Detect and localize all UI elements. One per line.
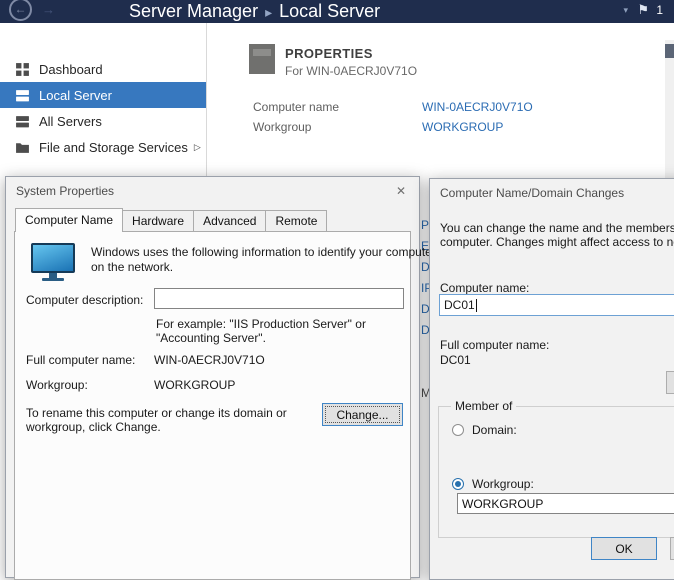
domain-radio[interactable] bbox=[452, 424, 464, 436]
prop-value-workgroup[interactable]: WORKGROUP bbox=[422, 120, 503, 134]
properties-subheading: For WIN-0AECRJ0V71O bbox=[285, 64, 417, 78]
member-of-groupbox: Member of Domain: Workgroup: bbox=[438, 406, 674, 538]
computer-description-label: Computer description: bbox=[26, 293, 143, 307]
sidebar-item-label: All Servers bbox=[39, 114, 102, 129]
breadcrumb: Server Manager▸Local Server bbox=[129, 0, 380, 23]
domain-radio-label[interactable]: Domain: bbox=[472, 423, 517, 437]
sidebar-item-label: Local Server bbox=[39, 88, 112, 103]
back-icon[interactable]: ← bbox=[9, 0, 32, 21]
intro-text: computer. Changes might affect access to… bbox=[440, 235, 674, 249]
chevron-down-icon[interactable]: ▾ bbox=[623, 5, 628, 16]
forward-icon[interactable]: → bbox=[42, 2, 55, 17]
full-computer-name-value: WIN-0AECRJ0V71O bbox=[154, 353, 265, 367]
properties-heading: PROPERTIES bbox=[285, 46, 373, 61]
domain-changes-dialog: Computer Name/Domain Changes You can cha… bbox=[429, 178, 674, 580]
workgroup-input[interactable] bbox=[457, 493, 674, 514]
intro-text: on the network. bbox=[91, 260, 173, 274]
more-button-partial[interactable] bbox=[666, 371, 674, 394]
prop-label-computer-name: Computer name bbox=[253, 100, 339, 114]
computer-name-label: Computer name: bbox=[440, 281, 529, 295]
sidebar-item-dashboard[interactable]: Dashboard bbox=[0, 56, 206, 82]
rename-hint-text: To rename this computer or change its do… bbox=[26, 406, 287, 420]
prop-label-workgroup: Workgroup bbox=[253, 120, 311, 134]
computer-name-input-value: DC01 bbox=[444, 298, 475, 312]
titlebar: ← → Server Manager▸Local Server ▾ ⚑ 1 bbox=[0, 0, 674, 23]
notification-count: 1 bbox=[656, 3, 663, 17]
sidebar-item-all-servers[interactable]: All Servers bbox=[0, 108, 206, 134]
notification-flag-icon[interactable]: ⚑ bbox=[637, 2, 649, 18]
tab-strip: Computer Name Hardware Advanced Remote bbox=[15, 208, 327, 231]
example-text: "Accounting Server". bbox=[156, 331, 266, 345]
text-caret bbox=[476, 299, 477, 312]
full-computer-name-value: DC01 bbox=[440, 353, 471, 367]
expand-chevron-icon[interactable]: ▷ bbox=[194, 142, 201, 153]
dialog-title: Computer Name/Domain Changes bbox=[440, 186, 624, 200]
tab-remote[interactable]: Remote bbox=[265, 210, 327, 231]
tab-computer-name[interactable]: Computer Name bbox=[15, 208, 123, 232]
tab-hardware[interactable]: Hardware bbox=[122, 210, 194, 231]
workgroup-label: Workgroup: bbox=[26, 378, 88, 392]
system-properties-dialog: System Properties ✕ Computer Name Hardwa… bbox=[5, 176, 420, 578]
scrollbar-thumb[interactable] bbox=[665, 44, 674, 58]
full-computer-name-label: Full computer name: bbox=[440, 338, 549, 352]
rename-hint-text: workgroup, click Change. bbox=[26, 420, 161, 434]
close-icon[interactable]: ✕ bbox=[388, 181, 414, 201]
server-icon bbox=[15, 88, 30, 103]
intro-text: Windows uses the following information t… bbox=[91, 245, 436, 259]
computer-description-input[interactable] bbox=[154, 288, 404, 309]
sidebar-item-local-server[interactable]: Local Server bbox=[0, 82, 206, 108]
app-title: Server Manager bbox=[129, 1, 258, 21]
prop-value-computer-name[interactable]: WIN-0AECRJ0V71O bbox=[422, 100, 533, 114]
full-computer-name-label: Full computer name: bbox=[26, 353, 135, 367]
computer-monitor-icon bbox=[31, 243, 75, 281]
intro-text: You can change the name and the membersh… bbox=[440, 221, 674, 235]
example-text: For example: "IIS Production Server" or bbox=[156, 317, 366, 331]
page-title[interactable]: Local Server bbox=[279, 1, 380, 21]
workgroup-radio-label[interactable]: Workgroup: bbox=[472, 477, 534, 491]
dashboard-icon bbox=[15, 62, 30, 77]
sidebar-item-file-storage-services[interactable]: File and Storage Services ▷ bbox=[0, 134, 206, 160]
tab-advanced[interactable]: Advanced bbox=[193, 210, 266, 231]
breadcrumb-separator-icon: ▸ bbox=[258, 4, 279, 20]
storage-icon bbox=[15, 140, 30, 155]
sidebar-item-label: Dashboard bbox=[39, 62, 103, 77]
change-button[interactable]: Change... bbox=[322, 403, 403, 426]
workgroup-radio[interactable] bbox=[452, 478, 464, 490]
computer-name-input[interactable]: DC01 bbox=[439, 294, 674, 316]
servers-icon bbox=[15, 114, 30, 129]
member-of-label: Member of bbox=[451, 399, 516, 413]
properties-tile-icon bbox=[249, 44, 275, 74]
cancel-button-partial[interactable] bbox=[670, 537, 674, 560]
ok-button[interactable]: OK bbox=[591, 537, 657, 560]
dialog-title: System Properties bbox=[16, 184, 114, 198]
sidebar-item-label: File and Storage Services bbox=[39, 140, 188, 155]
workgroup-value: WORKGROUP bbox=[154, 378, 235, 392]
